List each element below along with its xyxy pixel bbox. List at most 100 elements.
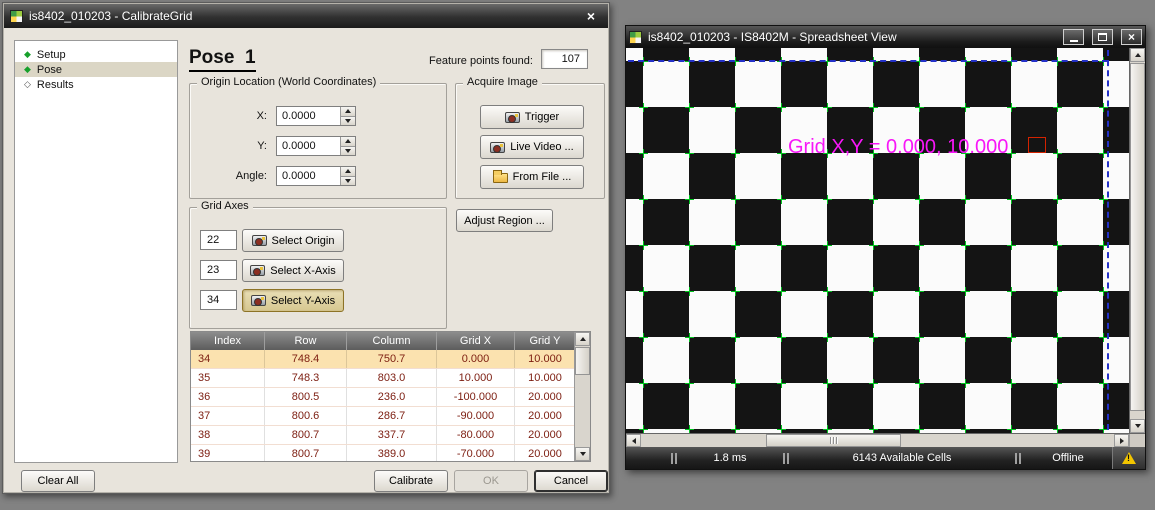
feature-point-cross-icon xyxy=(961,379,970,388)
grip-icon xyxy=(830,437,831,444)
scrollbar-corner xyxy=(1129,434,1145,447)
vertical-scrollbar[interactable] xyxy=(1129,48,1145,433)
hollow-diamond-icon: ◇ xyxy=(24,80,31,89)
scroll-down-button[interactable] xyxy=(1130,419,1145,433)
tree-item-pose[interactable]: ◆Pose xyxy=(15,62,177,77)
origin-y-input[interactable]: 0.0000 xyxy=(276,136,356,156)
acquire-group-title: Acquire Image xyxy=(463,76,542,88)
minimize-icon xyxy=(1070,40,1078,42)
origin-x-input[interactable]: 0.0000 xyxy=(276,106,356,126)
table-header-row: IndexRowColumnGrid XGrid Y xyxy=(191,332,574,350)
spin-up-button[interactable] xyxy=(341,167,355,176)
spin-value: 0.0000 xyxy=(282,170,316,182)
up-arrow-icon xyxy=(1135,53,1141,57)
table-scrollbar[interactable] xyxy=(574,332,590,461)
select-y-axis-button[interactable]: Select Y-Axis xyxy=(242,289,344,312)
table-row[interactable]: 36800.5236.0-100.00020.000 xyxy=(191,388,574,407)
minimize-button[interactable] xyxy=(1063,29,1084,45)
table-row[interactable]: 38800.7337.7-80.00020.000 xyxy=(191,426,574,445)
calibrate-grid-window: is8402_010203 - CalibrateGrid × ◆Setup◆P… xyxy=(2,2,610,494)
clear-all-button[interactable]: Clear All xyxy=(21,470,95,492)
ok-button[interactable]: OK xyxy=(454,470,528,492)
feature-point-cross-icon xyxy=(915,241,924,250)
table-scrollbar-thumb[interactable] xyxy=(575,347,590,375)
table-row[interactable]: 35748.3803.010.00010.000 xyxy=(191,369,574,388)
select-origin-button[interactable]: Select Origin xyxy=(242,229,344,252)
feature-points-label: Feature points found: xyxy=(429,55,533,67)
feature-point-cross-icon xyxy=(639,195,648,204)
spreadsheet-window-title: is8402_010203 - IS8402M - Spreadsheet Vi… xyxy=(648,30,1055,44)
trigger-button[interactable]: Trigger xyxy=(480,105,584,129)
feature-point-cross-icon xyxy=(1053,149,1062,158)
right-arrow-icon xyxy=(1120,438,1124,444)
spin-down-button[interactable] xyxy=(341,116,355,126)
table-row[interactable]: 34748.4750.70.00010.000 xyxy=(191,350,574,369)
live-video-button[interactable]: Live Video ... xyxy=(480,135,584,159)
camera-icon xyxy=(251,295,266,306)
app-icon xyxy=(629,31,642,44)
adjust-region-button[interactable]: Adjust Region ... xyxy=(456,209,553,232)
vertical-scrollbar-thumb[interactable] xyxy=(1130,63,1145,411)
scroll-right-button[interactable] xyxy=(1114,434,1129,447)
feature-point-cross-icon xyxy=(915,195,924,204)
status-separator xyxy=(1012,453,1024,464)
column-header: Grid X xyxy=(437,332,515,350)
close-button[interactable]: × xyxy=(1121,29,1142,45)
scroll-down-button[interactable] xyxy=(575,447,590,461)
grid-axes-group: Grid Axes 22Select Origin23Select X-Axis… xyxy=(189,207,447,329)
axis-index-field[interactable]: 23 xyxy=(200,260,237,280)
feature-point-cross-icon xyxy=(777,333,786,342)
spinner-arrows xyxy=(340,107,355,125)
selected-point-marker xyxy=(1028,137,1046,153)
cancel-button[interactable]: Cancel xyxy=(534,470,608,492)
tree-item-results[interactable]: ◇Results xyxy=(15,77,177,92)
feature-point-cross-icon xyxy=(1053,425,1062,433)
feature-point-cross-icon xyxy=(685,195,694,204)
select-x-axis-button[interactable]: Select X-Axis xyxy=(242,259,344,282)
feature-point-cross-icon xyxy=(1053,103,1062,112)
spin-up-button[interactable] xyxy=(341,137,355,146)
table-cell: 38 xyxy=(191,426,265,444)
axis-index-field[interactable]: 34 xyxy=(200,290,237,310)
horizontal-scrollbar-thumb[interactable] xyxy=(766,434,901,447)
calibrate-button[interactable]: Calibrate xyxy=(374,470,448,492)
up-arrow-icon xyxy=(345,169,351,173)
feature-point-cross-icon xyxy=(961,195,970,204)
button-label: Trigger xyxy=(525,111,559,123)
tree-item-label: Setup xyxy=(37,49,66,61)
feature-point-cross-icon xyxy=(915,379,924,388)
spin-up-button[interactable] xyxy=(341,107,355,116)
maximize-button[interactable] xyxy=(1092,29,1113,45)
spin-down-button[interactable] xyxy=(341,176,355,186)
spin-value: 0.0000 xyxy=(282,140,316,152)
calibrate-window-titlebar[interactable]: is8402_010203 - CalibrateGrid × xyxy=(4,4,608,28)
tree-item-setup[interactable]: ◆Setup xyxy=(15,47,177,62)
feature-point-cross-icon xyxy=(731,287,740,296)
axis-index-field[interactable]: 22 xyxy=(200,230,237,250)
table-cell: 10.000 xyxy=(515,350,574,368)
down-arrow-icon xyxy=(345,149,351,153)
close-icon[interactable]: × xyxy=(580,8,602,25)
separator-bar xyxy=(1015,453,1017,464)
spreadsheet-window-titlebar[interactable]: is8402_010203 - IS8402M - Spreadsheet Vi… xyxy=(626,26,1145,48)
table-cell: 39 xyxy=(191,445,265,461)
warning-indicator[interactable] xyxy=(1112,447,1145,469)
table-row[interactable]: 39800.7389.0-70.00020.000 xyxy=(191,445,574,461)
warning-icon xyxy=(1122,452,1136,464)
up-arrow-icon xyxy=(580,337,586,341)
button-label: Live Video ... xyxy=(510,141,573,153)
scroll-up-button[interactable] xyxy=(575,332,590,346)
table-row[interactable]: 37800.6286.7-90.00020.000 xyxy=(191,407,574,426)
horizontal-scrollbar[interactable] xyxy=(626,434,1129,447)
table-cell: 800.6 xyxy=(265,407,347,425)
from-file-button[interactable]: From File ... xyxy=(480,165,584,189)
scroll-left-button[interactable] xyxy=(626,434,641,447)
origin-angle-input[interactable]: 0.0000 xyxy=(276,166,356,186)
table-cell: 337.7 xyxy=(347,426,437,444)
scroll-up-button[interactable] xyxy=(1130,48,1145,62)
feature-point-cross-icon xyxy=(869,379,878,388)
camera-image-view[interactable]: Grid X,Y = 0.000, 10.000 xyxy=(626,48,1129,433)
feature-point-cross-icon xyxy=(777,195,786,204)
feature-point-cross-icon xyxy=(777,149,786,158)
spin-down-button[interactable] xyxy=(341,146,355,156)
